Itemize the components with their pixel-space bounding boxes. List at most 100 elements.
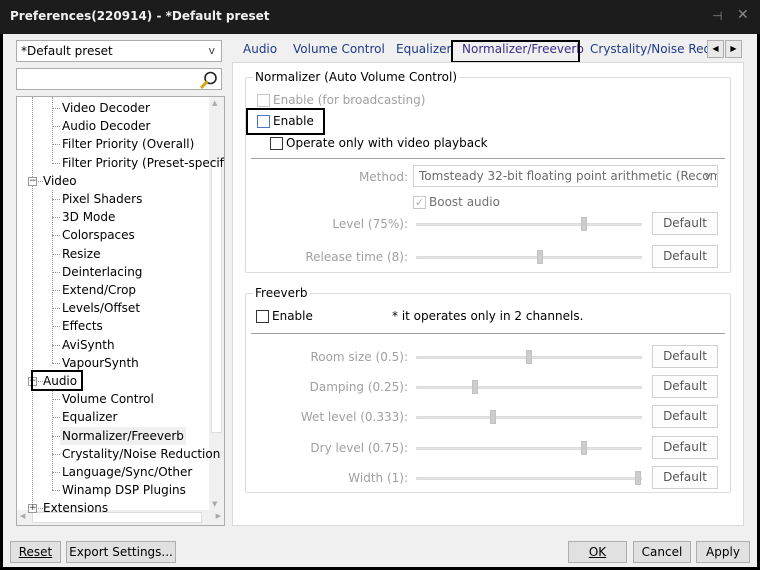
tree-guide-line bbox=[52, 390, 53, 491]
search-input[interactable] bbox=[16, 68, 222, 90]
boost-audio-label: Boost audio bbox=[429, 195, 500, 209]
tree-item[interactable]: Language/Sync/Other bbox=[60, 463, 194, 481]
method-select[interactable]: Tomsteady 32-bit floating point arithmet… bbox=[413, 165, 718, 187]
tree-item[interactable]: Crystality/Noise Reduction bbox=[60, 445, 222, 463]
freeverb-note: * it operates only in 2 channels. bbox=[392, 309, 584, 323]
reset-button[interactable]: Reset bbox=[10, 541, 61, 563]
preset-select[interactable]: *Default preset v bbox=[16, 40, 222, 62]
tree-item[interactable]: Extensions bbox=[41, 499, 110, 517]
tree-item[interactable]: Filter Priority (Preset-specifi bbox=[60, 154, 224, 172]
tree-item[interactable]: Filter Priority (Overall) bbox=[60, 135, 196, 153]
freeverb-slider[interactable] bbox=[416, 350, 642, 364]
tree-item[interactable]: Video bbox=[41, 172, 79, 190]
tree-item[interactable]: Pixel Shaders bbox=[60, 190, 144, 208]
cancel-button[interactable]: Cancel bbox=[633, 541, 691, 563]
tree-item[interactable]: Winamp DSP Plugins bbox=[60, 481, 188, 499]
tree-branch-line bbox=[52, 271, 60, 273]
level-default-button[interactable]: Default bbox=[652, 212, 718, 235]
tree-item[interactable]: AviSynth bbox=[60, 336, 117, 354]
slider-track bbox=[416, 223, 642, 226]
freeverb-default-button[interactable]: Default bbox=[652, 345, 718, 368]
freeverb-default-button[interactable]: Default bbox=[652, 375, 718, 399]
slider-thumb[interactable] bbox=[489, 410, 496, 425]
freeverb-default-button[interactable]: Default bbox=[652, 435, 718, 459]
freeverb-slider-label: Room size (0.5): bbox=[310, 350, 408, 364]
freeverb-enable-checkbox[interactable] bbox=[256, 310, 269, 323]
slider-track bbox=[416, 256, 642, 259]
freeverb-slider-label: Dry level (0.75): bbox=[310, 440, 408, 455]
settings-tree[interactable]: ▲ ▼ ◀ ▶ Video Decoder Audio Decoder Filter… bbox=[16, 96, 225, 526]
tree-branch-line bbox=[52, 162, 60, 164]
tree-item[interactable]: Video Decoder bbox=[60, 99, 152, 117]
freeverb-slider[interactable] bbox=[416, 410, 642, 425]
freeverb-default-button[interactable]: Default bbox=[652, 465, 718, 489]
tab-crystality[interactable]: Crystality/Noise Redu bbox=[590, 42, 719, 56]
slider-thumb[interactable] bbox=[580, 440, 587, 455]
scroll-right-icon[interactable]: ▶ bbox=[216, 512, 221, 520]
scroll-down-icon[interactable]: ▼ bbox=[212, 500, 217, 508]
tree-branch-line bbox=[52, 308, 60, 310]
title-bar: Preferences(220914) - *Default preset ⊣ … bbox=[0, 0, 760, 34]
slider-thumb[interactable] bbox=[635, 470, 641, 485]
apply-button[interactable]: Apply bbox=[696, 541, 750, 563]
expand-icon[interactable]: + bbox=[28, 504, 37, 514]
method-select-value: Tomsteady 32-bit floating point arithmet… bbox=[419, 169, 718, 183]
release-time-default-button[interactable]: Default bbox=[652, 245, 718, 268]
scroll-up-icon[interactable]: ▲ bbox=[212, 99, 217, 107]
pin-icon[interactable]: ⊣ bbox=[712, 9, 722, 23]
tab-volume-control[interactable]: Volume Control bbox=[293, 42, 385, 56]
tab-scroll-right[interactable]: ▶ bbox=[725, 40, 742, 58]
tab-equalizer[interactable]: Equalizer bbox=[396, 42, 451, 56]
slider-thumb[interactable] bbox=[580, 217, 587, 231]
tree-item[interactable]: Normalizer/Freeverb bbox=[60, 426, 186, 445]
tab-scroll-left[interactable]: ◀ bbox=[707, 40, 724, 58]
enable-broadcast-checkbox[interactable] bbox=[257, 94, 270, 107]
tree-item[interactable]: Deinterlacing bbox=[60, 263, 144, 281]
release-time-slider[interactable] bbox=[416, 250, 642, 264]
freeverb-default-button[interactable]: Default bbox=[652, 405, 718, 429]
freeverb-slider-label: Width (1): bbox=[348, 470, 408, 485]
tree-branch-line bbox=[52, 126, 60, 128]
tree-item[interactable]: 3D Mode bbox=[60, 208, 117, 226]
tree-branch-line bbox=[52, 108, 60, 109]
video-only-checkbox[interactable] bbox=[270, 137, 283, 150]
tree-branch-line bbox=[52, 326, 60, 328]
slider-thumb[interactable] bbox=[471, 380, 478, 395]
boost-audio-checkbox[interactable]: ✓ bbox=[413, 196, 426, 209]
tab-audio[interactable]: Audio bbox=[243, 42, 277, 56]
tree-guide-line bbox=[52, 190, 53, 363]
tree-branch-line bbox=[52, 253, 60, 255]
export-settings-button[interactable]: Export Settings... bbox=[66, 541, 176, 563]
freeverb-slider[interactable] bbox=[416, 470, 642, 485]
tree-item[interactable]: Volume Control bbox=[60, 390, 156, 408]
tree-guide-line bbox=[32, 97, 33, 503]
slider-thumb[interactable] bbox=[536, 250, 543, 264]
tree-branch-line bbox=[52, 453, 60, 455]
tree-item[interactable]: Extend/Crop bbox=[60, 281, 138, 299]
slider-thumb[interactable] bbox=[526, 350, 532, 364]
tree-item[interactable]: Audio Decoder bbox=[60, 117, 152, 135]
highlight-active-tab bbox=[451, 40, 580, 63]
freeverb-slider[interactable] bbox=[416, 440, 642, 455]
tree-item[interactable]: Levels/Offset bbox=[60, 299, 142, 317]
level-slider[interactable] bbox=[416, 217, 642, 231]
scroll-left-icon[interactable]: ◀ bbox=[20, 512, 25, 520]
normalizer-separator bbox=[251, 158, 725, 159]
close-icon[interactable]: ✕ bbox=[737, 7, 749, 23]
tree-item[interactable]: Colorspaces bbox=[60, 226, 137, 244]
scroll-thumb[interactable] bbox=[211, 161, 222, 433]
highlight-normalizer-enable bbox=[246, 108, 325, 135]
release-time-label: Release time (8): bbox=[305, 250, 408, 264]
apply-label: Apply bbox=[706, 545, 740, 559]
tree-item[interactable]: Resize bbox=[60, 245, 102, 263]
tree-branch-line bbox=[52, 344, 60, 346]
ok-button[interactable]: OK bbox=[568, 541, 627, 563]
collapse-icon[interactable]: − bbox=[28, 176, 37, 186]
tree-item[interactable]: Effects bbox=[60, 317, 105, 335]
tree-branch-line bbox=[52, 235, 60, 237]
search-icon[interactable] bbox=[199, 70, 219, 90]
freeverb-slider[interactable] bbox=[416, 380, 642, 395]
tree-item[interactable]: Equalizer bbox=[60, 408, 119, 426]
tree-branch-line bbox=[52, 362, 60, 364]
freeverb-slider-label: Damping (0.25): bbox=[309, 380, 408, 395]
